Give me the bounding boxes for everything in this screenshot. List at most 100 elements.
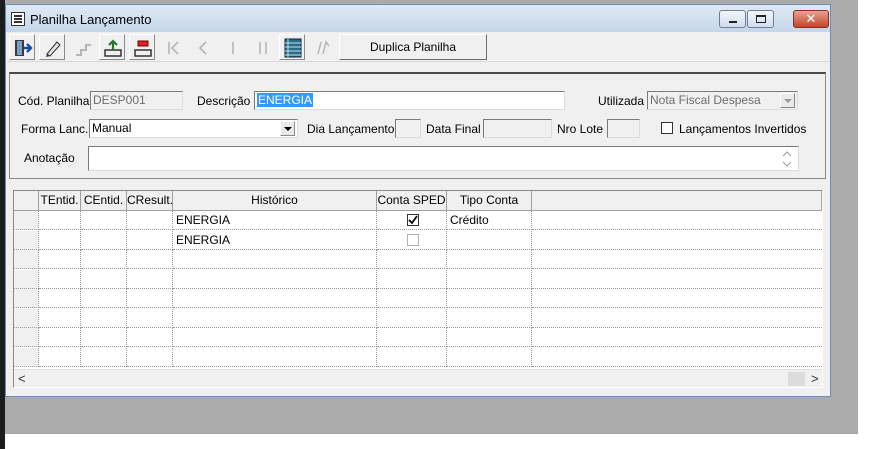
- row-indicator[interactable]: [14, 328, 39, 347]
- chevron-down-icon[interactable]: [780, 93, 795, 108]
- historico-cell[interactable]: [173, 250, 377, 269]
- centid-cell[interactable]: [81, 289, 127, 308]
- row-indicator[interactable]: [14, 347, 39, 367]
- chevron-down-icon[interactable]: [280, 121, 295, 136]
- last-record-button[interactable]: [249, 34, 275, 60]
- conta-sped-cell[interactable]: [377, 250, 447, 269]
- cresult-cell[interactable]: [127, 308, 173, 328]
- grid-view-button[interactable]: [279, 34, 305, 60]
- table-row[interactable]: [14, 269, 822, 289]
- scroll-thumb[interactable]: [788, 372, 805, 386]
- cresult-cell[interactable]: [127, 347, 173, 367]
- row-indicator[interactable]: [14, 269, 39, 289]
- tentid-cell[interactable]: [39, 289, 81, 308]
- nro-lote-field[interactable]: [607, 119, 640, 138]
- empty-cell[interactable]: [532, 231, 822, 250]
- centid-header[interactable]: CEntid.: [81, 191, 127, 211]
- empty-cell[interactable]: [532, 348, 822, 367]
- conta-sped-cell[interactable]: [377, 347, 447, 367]
- conta-sped-cell[interactable]: [377, 269, 447, 289]
- tentid-cell[interactable]: [39, 308, 81, 328]
- anotacao-field[interactable]: [88, 146, 799, 171]
- scroll-right-icon[interactable]: >: [811, 370, 819, 387]
- table-row[interactable]: ENERGIA: [14, 230, 822, 250]
- exit-button[interactable]: [9, 34, 35, 60]
- tipo-conta-cell[interactable]: [447, 269, 532, 289]
- cresult-cell[interactable]: [127, 211, 173, 230]
- undo-button[interactable]: [309, 34, 335, 60]
- steps-button[interactable]: [69, 34, 95, 60]
- centid-cell[interactable]: [81, 269, 127, 289]
- empty-cell[interactable]: [532, 270, 822, 289]
- row-indicator[interactable]: [14, 289, 39, 308]
- prev-record-button[interactable]: [189, 34, 215, 60]
- empty-cell[interactable]: [532, 250, 822, 269]
- tentid-cell[interactable]: [39, 211, 81, 230]
- export-button[interactable]: [129, 34, 155, 60]
- cresult-cell[interactable]: [127, 328, 173, 347]
- conta-sped-cell[interactable]: [377, 308, 447, 328]
- historico-header[interactable]: Histórico: [173, 191, 377, 211]
- conta-sped-cell[interactable]: [377, 289, 447, 308]
- row-indicator[interactable]: [14, 250, 39, 269]
- row-indicator[interactable]: [14, 230, 39, 250]
- close-button[interactable]: ✕: [793, 10, 829, 28]
- conta-sped-cell[interactable]: [377, 211, 447, 230]
- historico-cell[interactable]: [173, 347, 377, 367]
- table-row[interactable]: [14, 328, 822, 347]
- historico-cell[interactable]: [173, 308, 377, 328]
- row-indicator-header[interactable]: [14, 191, 39, 211]
- tentid-header[interactable]: TEntid.: [39, 191, 81, 211]
- empty-cell[interactable]: [532, 309, 822, 328]
- cresult-cell[interactable]: [127, 269, 173, 289]
- cresult-cell[interactable]: [127, 230, 173, 250]
- historico-cell[interactable]: [173, 289, 377, 308]
- first-record-button[interactable]: [159, 34, 185, 60]
- table-row[interactable]: [14, 308, 822, 328]
- title-bar[interactable]: Planilha Lançamento ✕: [6, 5, 830, 32]
- empty-cell[interactable]: [532, 289, 822, 308]
- lancamentos-invertidos-checkbox[interactable]: [661, 122, 673, 134]
- centid-cell[interactable]: [81, 230, 127, 250]
- spin-arrows-icon[interactable]: [781, 149, 793, 169]
- cod-planilha-field[interactable]: DESP001: [90, 91, 183, 110]
- empty-cell[interactable]: [532, 328, 822, 347]
- tipo-conta-cell[interactable]: [447, 328, 532, 347]
- centid-cell[interactable]: [81, 328, 127, 347]
- conta-sped-checkbox[interactable]: [407, 233, 419, 246]
- next-record-button[interactable]: [219, 34, 245, 60]
- cresult-cell[interactable]: [127, 289, 173, 308]
- descricao-field[interactable]: ENERGIA: [254, 91, 565, 110]
- row-indicator[interactable]: [14, 211, 39, 230]
- centid-cell[interactable]: [81, 211, 127, 230]
- table-row[interactable]: [14, 347, 822, 367]
- table-row[interactable]: ENERGIA Crédito: [14, 211, 822, 230]
- duplicate-sheet-button[interactable]: Duplica Planilha: [339, 34, 487, 60]
- tipo-conta-cell[interactable]: [447, 308, 532, 328]
- utilizada-select[interactable]: Nota Fiscal Despesa: [647, 91, 798, 110]
- conta-sped-checkbox[interactable]: [407, 214, 419, 226]
- minimize-button[interactable]: [719, 10, 746, 28]
- dia-lancamento-field[interactable]: [395, 119, 421, 138]
- forma-lanc-select[interactable]: Manual: [89, 119, 298, 138]
- tentid-cell[interactable]: [39, 328, 81, 347]
- conta-sped-cell[interactable]: [377, 230, 447, 250]
- maximize-button[interactable]: [747, 10, 774, 28]
- tentid-cell[interactable]: [39, 269, 81, 289]
- tentid-cell[interactable]: [39, 250, 81, 269]
- tipo-conta-header[interactable]: Tipo Conta: [447, 191, 532, 211]
- data-final-field[interactable]: [483, 119, 552, 138]
- tipo-conta-cell[interactable]: [447, 289, 532, 308]
- tipo-conta-cell[interactable]: [447, 230, 532, 250]
- horizontal-scrollbar[interactable]: < >: [14, 369, 822, 387]
- tentid-cell[interactable]: [39, 230, 81, 250]
- centid-cell[interactable]: [81, 347, 127, 367]
- historico-cell[interactable]: ENERGIA: [173, 230, 377, 250]
- edit-button[interactable]: [39, 34, 65, 60]
- empty-header[interactable]: [532, 191, 822, 211]
- import-button[interactable]: [99, 34, 125, 60]
- tentid-cell[interactable]: [39, 347, 81, 367]
- centid-cell[interactable]: [81, 308, 127, 328]
- tipo-conta-cell[interactable]: [447, 250, 532, 269]
- conta-sped-cell[interactable]: [377, 328, 447, 347]
